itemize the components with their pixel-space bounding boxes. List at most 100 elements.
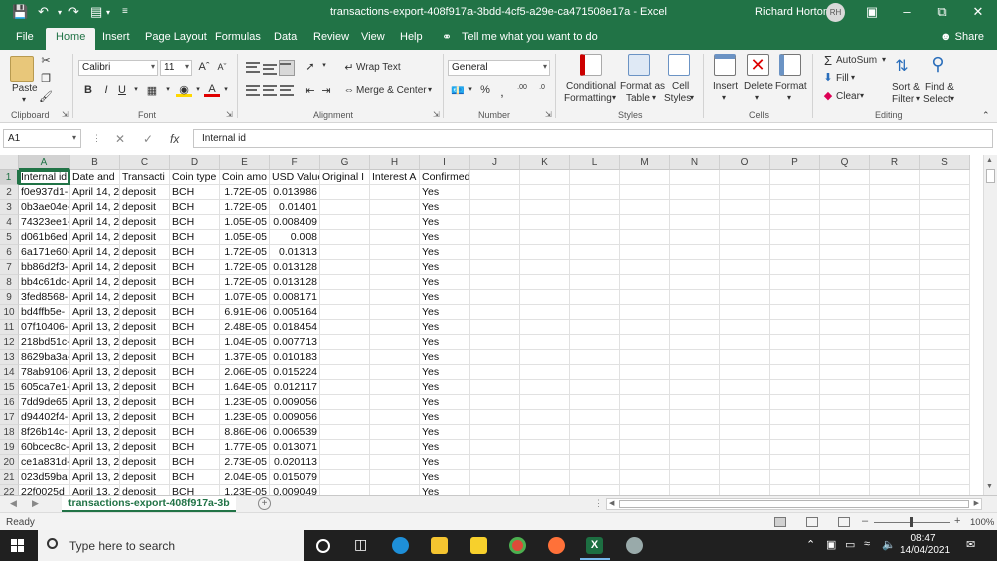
table-cell[interactable] — [470, 440, 520, 455]
find-select-label-2[interactable]: Select — [923, 94, 951, 105]
table-cell[interactable]: April 13, 2 — [70, 365, 120, 380]
conditional-formatting-label[interactable]: Conditional — [566, 81, 616, 92]
table-cell[interactable]: 8.86E-06 — [220, 425, 270, 440]
table-cell[interactable]: 2.48E-05 — [220, 320, 270, 335]
paste-label[interactable]: Paste — [12, 83, 38, 94]
table-cell[interactable]: April 13, 2 — [70, 320, 120, 335]
increase-decimal-icon[interactable]: .00 — [514, 84, 530, 98]
table-cell[interactable]: 0.010183 — [270, 350, 320, 365]
decrease-indent-icon[interactable]: ⇤ — [302, 84, 318, 98]
table-cell[interactable] — [320, 320, 370, 335]
table-cell[interactable] — [570, 215, 620, 230]
zoom-in-icon[interactable]: + — [954, 515, 960, 527]
table-cell[interactable]: Yes — [420, 335, 470, 350]
table-cell[interactable] — [470, 470, 520, 485]
table-cell[interactable]: deposit — [120, 470, 170, 485]
format-painter-icon[interactable]: 🖌 — [38, 90, 54, 104]
table-cell[interactable] — [470, 350, 520, 365]
table-cell[interactable] — [320, 380, 370, 395]
table-cell[interactable]: 1.37E-05 — [220, 350, 270, 365]
table-cell[interactable] — [570, 455, 620, 470]
table-cell[interactable] — [670, 290, 720, 305]
paste-dropdown-icon[interactable]: ▾ — [22, 95, 26, 104]
scroll-thumb[interactable] — [619, 500, 969, 508]
clear-button[interactable]: Clear — [836, 91, 860, 102]
table-cell[interactable] — [570, 320, 620, 335]
table-cell[interactable] — [320, 395, 370, 410]
table-cell[interactable] — [620, 290, 670, 305]
column-header-p[interactable]: P — [770, 155, 820, 170]
table-cell[interactable] — [870, 215, 920, 230]
column-header-j[interactable]: J — [470, 155, 520, 170]
table-cell[interactable]: April 14, 2 — [70, 245, 120, 260]
table-cell[interactable] — [620, 305, 670, 320]
cut-icon[interactable]: ✂ — [38, 54, 54, 68]
tray-chevron-icon[interactable]: ⌃ — [806, 538, 815, 551]
table-cell[interactable]: deposit — [120, 275, 170, 290]
row-header[interactable]: 19 — [0, 440, 19, 455]
prev-sheet-icon[interactable]: ◀ — [10, 498, 17, 509]
table-cell[interactable] — [370, 305, 420, 320]
table-cell[interactable] — [520, 455, 570, 470]
table-cell[interactable] — [920, 290, 970, 305]
table-cell[interactable]: April 13, 2 — [70, 425, 120, 440]
tab-file[interactable]: File — [16, 31, 34, 43]
app-icon[interactable] — [626, 537, 643, 554]
windows-start-icon[interactable] — [11, 539, 24, 552]
table-cell[interactable] — [870, 260, 920, 275]
chevron-down-icon[interactable]: ▾ — [690, 93, 694, 102]
table-cell[interactable] — [820, 440, 870, 455]
table-cell[interactable] — [320, 350, 370, 365]
table-cell[interactable]: d94402f4- — [19, 410, 70, 425]
table-cell[interactable] — [370, 440, 420, 455]
table-cell[interactable] — [670, 260, 720, 275]
header-cell[interactable]: Internal id — [19, 170, 70, 185]
table-cell[interactable] — [820, 245, 870, 260]
column-header-f[interactable]: F — [270, 155, 320, 170]
table-cell[interactable]: BCH — [170, 260, 220, 275]
row-header[interactable]: 17 — [0, 410, 19, 425]
row-header[interactable]: 5 — [0, 230, 19, 245]
table-cell[interactable] — [320, 185, 370, 200]
row-header[interactable]: 2 — [0, 185, 19, 200]
table-cell[interactable]: 0.009056 — [270, 395, 320, 410]
table-cell[interactable] — [370, 380, 420, 395]
table-cell[interactable] — [920, 245, 970, 260]
table-cell[interactable]: April 13, 2 — [70, 410, 120, 425]
column-header-n[interactable]: N — [670, 155, 720, 170]
table-cell[interactable] — [520, 380, 570, 395]
table-cell[interactable] — [820, 425, 870, 440]
table-cell[interactable] — [370, 350, 420, 365]
table-cell[interactable] — [870, 350, 920, 365]
table-cell[interactable]: 3fed8568- — [19, 290, 70, 305]
table-cell[interactable] — [370, 320, 420, 335]
table-cell[interactable]: Yes — [420, 410, 470, 425]
table-cell[interactable] — [920, 230, 970, 245]
table-cell[interactable]: 1.72E-05 — [220, 260, 270, 275]
tell-me-search[interactable]: Tell me what you want to do — [462, 31, 598, 43]
row-header[interactable]: 13 — [0, 350, 19, 365]
table-cell[interactable] — [370, 365, 420, 380]
table-cell[interactable] — [770, 185, 820, 200]
table-cell[interactable] — [620, 425, 670, 440]
table-cell[interactable] — [870, 320, 920, 335]
row-header[interactable]: 14 — [0, 365, 19, 380]
table-cell[interactable] — [520, 485, 570, 495]
table-cell[interactable] — [820, 260, 870, 275]
table-cell[interactable] — [370, 230, 420, 245]
chevron-down-icon[interactable]: ▾ — [851, 73, 855, 82]
enter-icon[interactable]: ✓ — [143, 132, 153, 146]
chevron-down-icon[interactable]: ▾ — [652, 93, 656, 102]
table-cell[interactable] — [520, 320, 570, 335]
table-cell[interactable]: BCH — [170, 245, 220, 260]
table-cell[interactable] — [870, 335, 920, 350]
table-cell[interactable] — [370, 290, 420, 305]
table-cell[interactable] — [470, 395, 520, 410]
table-cell[interactable] — [720, 440, 770, 455]
table-cell[interactable] — [820, 275, 870, 290]
table-cell[interactable] — [570, 350, 620, 365]
align-center-icon[interactable] — [263, 85, 277, 96]
form-icon[interactable]: ▤ — [90, 4, 102, 20]
table-cell[interactable] — [720, 305, 770, 320]
table-cell[interactable]: Yes — [420, 230, 470, 245]
